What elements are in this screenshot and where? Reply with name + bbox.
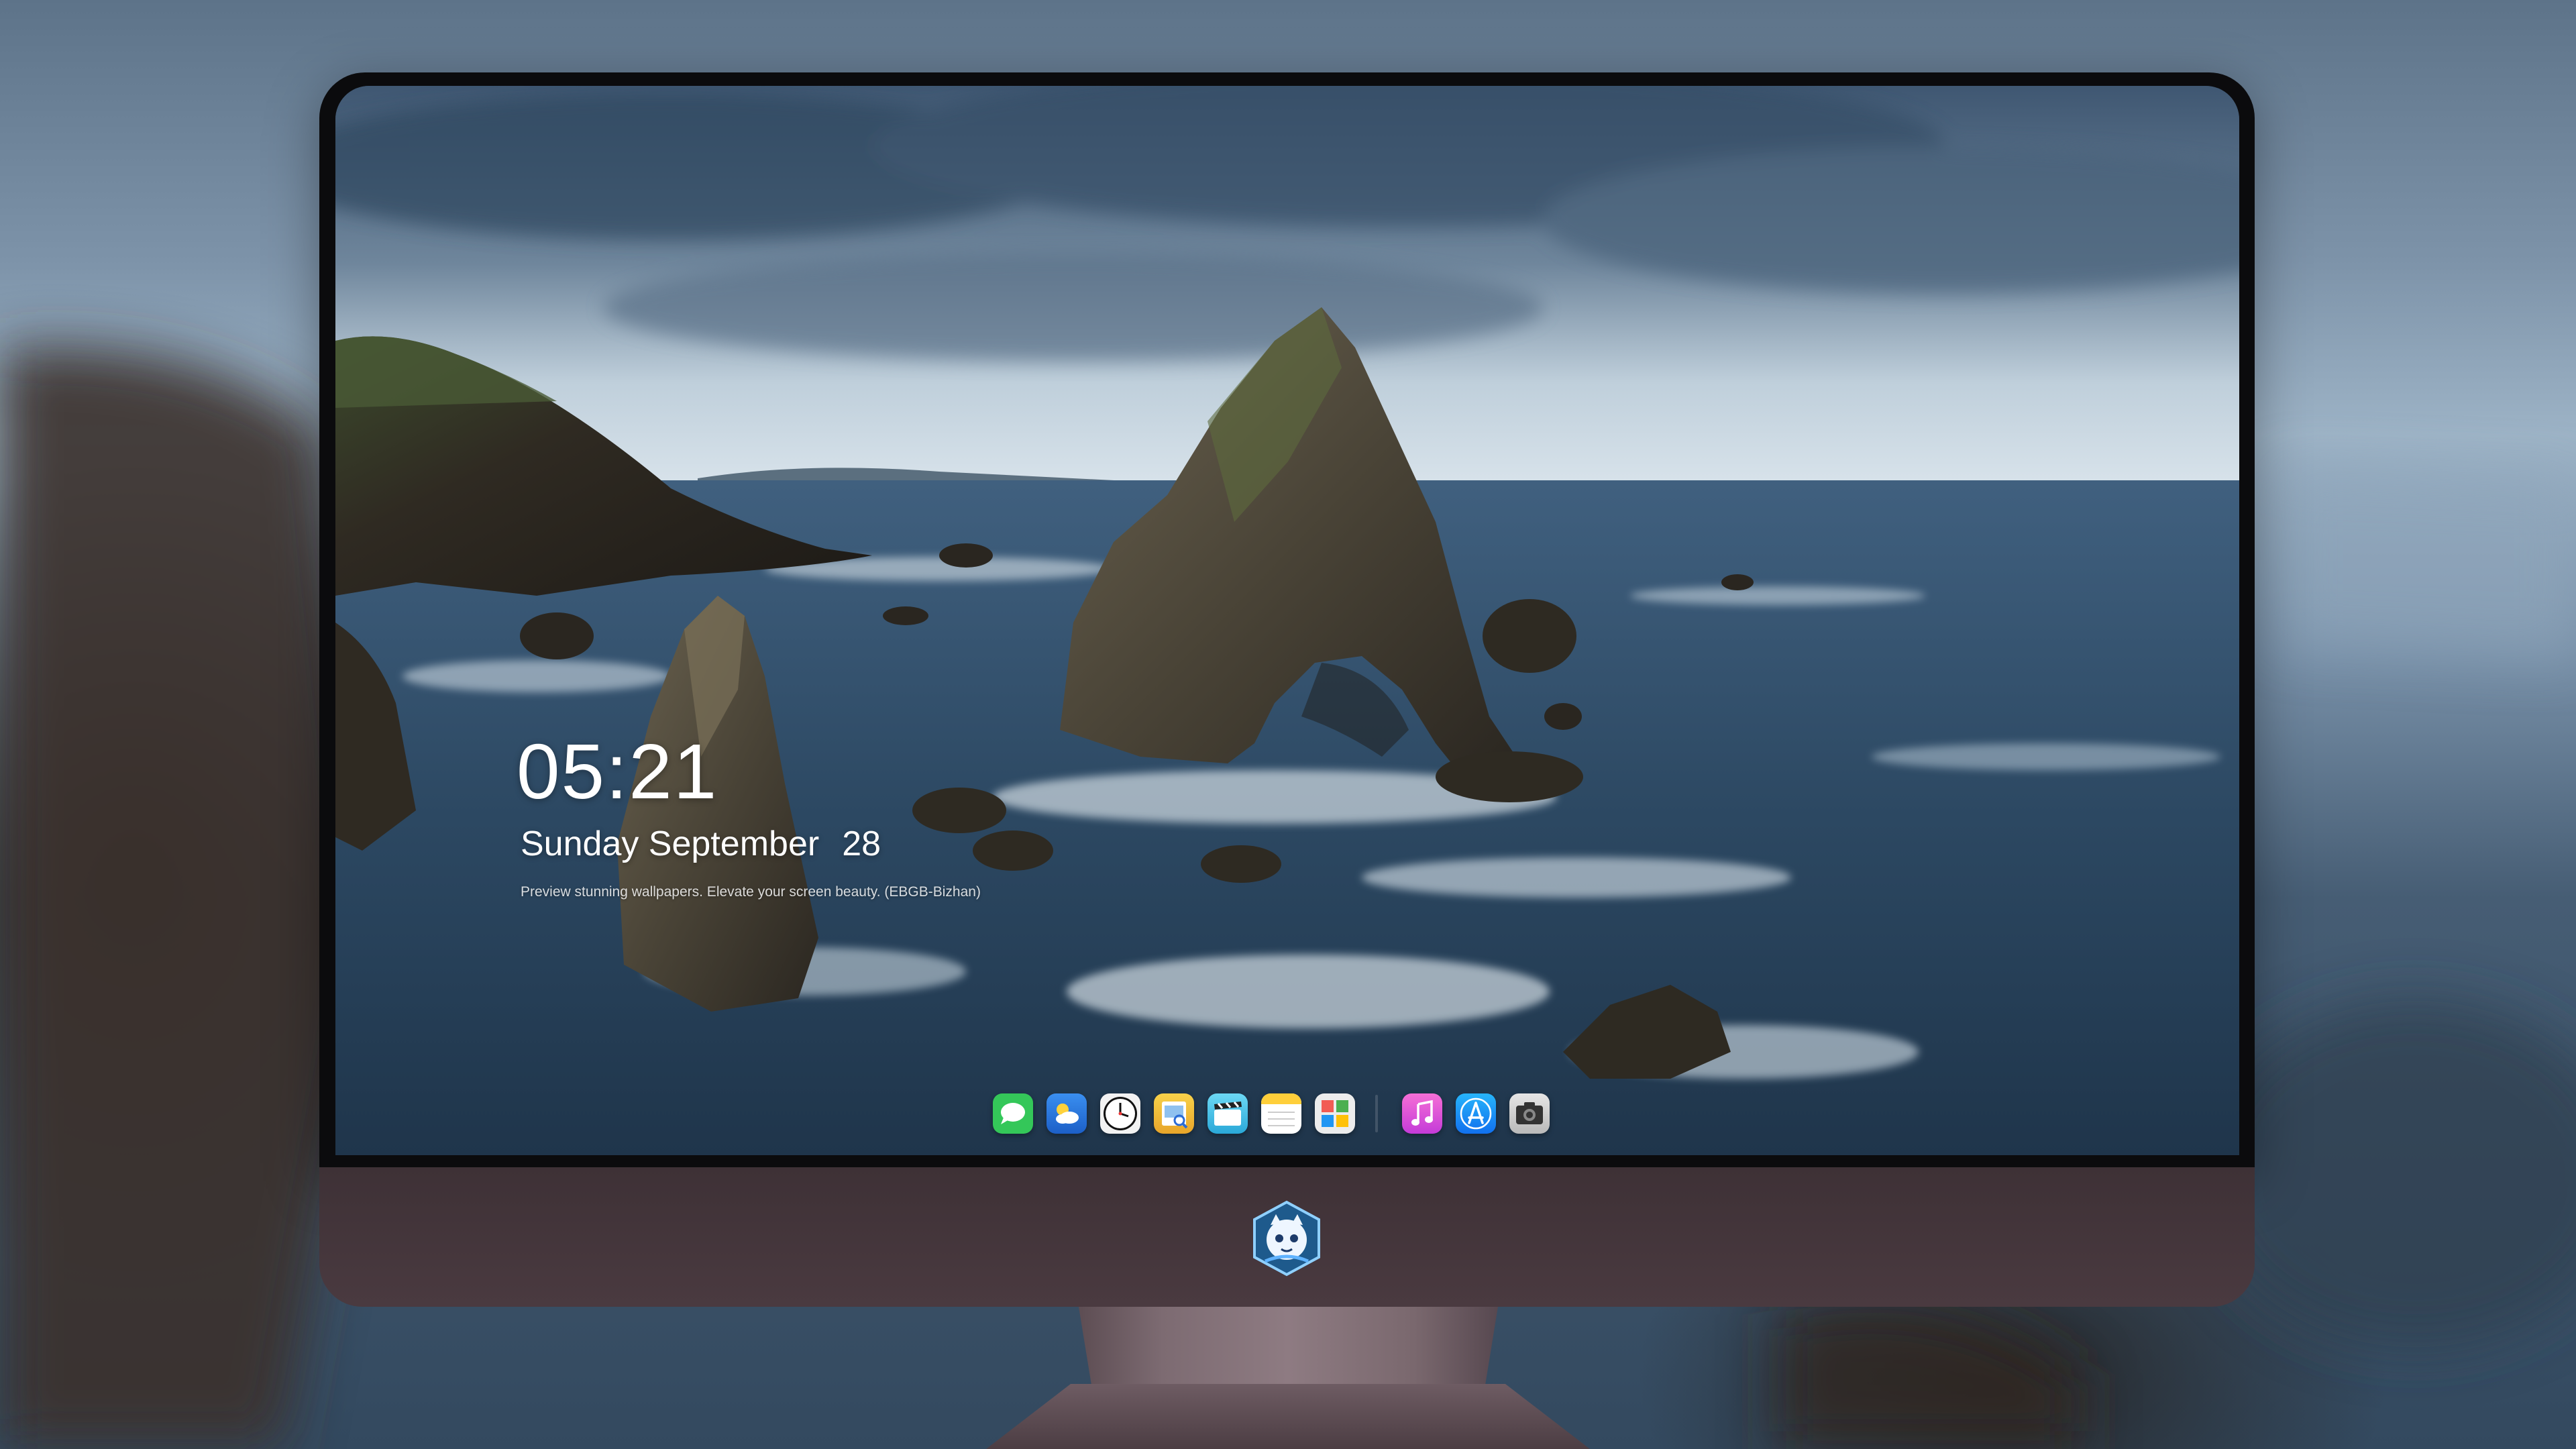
clips-icon[interactable]: [1208, 1093, 1248, 1134]
screen: 05:21 Sunday September 28 Preview stunnin…: [335, 86, 2239, 1155]
desktop-scene: 05:21 Sunday September 28 Preview stunnin…: [0, 0, 2576, 1449]
mascot-logo-icon: [1248, 1199, 1326, 1277]
preview-icon[interactable]: [1154, 1093, 1194, 1134]
monitor-stand-neck: [1079, 1307, 1498, 1384]
wallpaper-caption: Preview stunning wallpapers. Elevate you…: [521, 884, 981, 900]
lock-date-day: 28: [842, 824, 881, 863]
monitor-stand-base: [986, 1384, 1590, 1449]
messages-icon[interactable]: [993, 1093, 1033, 1134]
dock-separator: [1375, 1095, 1378, 1132]
clock-icon[interactable]: [1100, 1093, 1140, 1134]
weather-icon[interactable]: [1046, 1093, 1087, 1134]
app-store-icon[interactable]: [1456, 1093, 1496, 1134]
photo-grid-icon[interactable]: [1315, 1093, 1355, 1134]
notes-icon[interactable]: [1261, 1093, 1301, 1134]
camera-icon[interactable]: [1509, 1093, 1550, 1134]
music-icon[interactable]: [1402, 1093, 1442, 1134]
lock-date: Sunday September 28: [521, 824, 881, 864]
lock-time: 05:21: [517, 728, 718, 815]
wallpaper-image: [335, 86, 2239, 1155]
dock: [986, 1087, 1556, 1140]
lock-date-weekday-month: Sunday September: [521, 824, 820, 863]
